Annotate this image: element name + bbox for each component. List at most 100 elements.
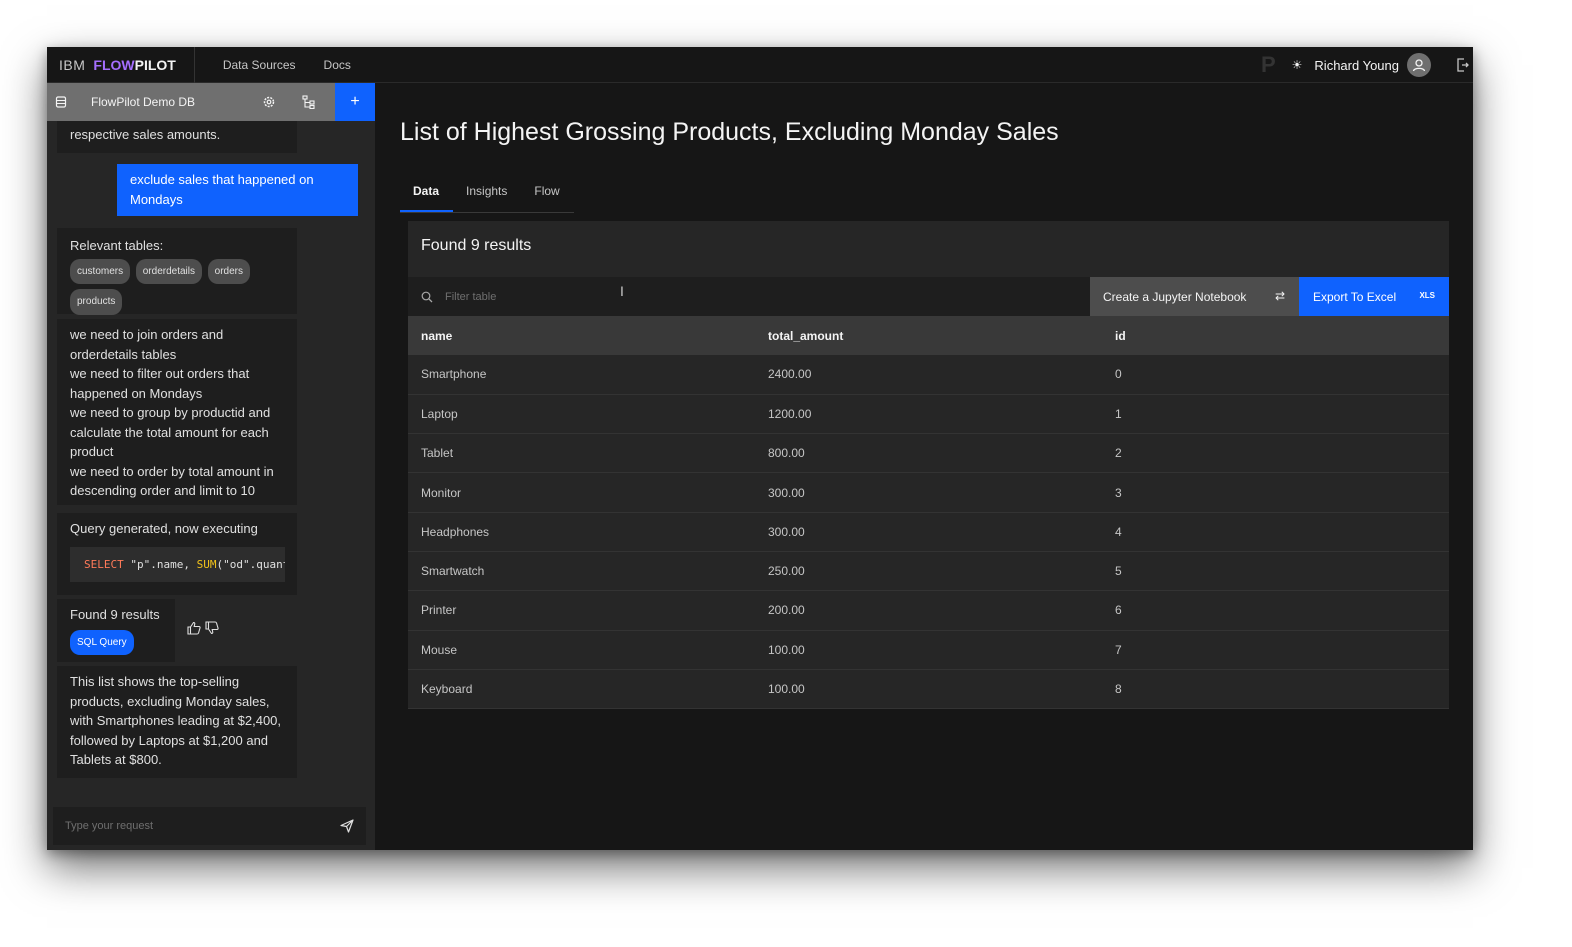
query-status-message: Query generated, now executing SELECT "p… — [57, 513, 297, 595]
database-icon — [55, 96, 67, 108]
cell-id: 1 — [1102, 394, 1449, 435]
logout-icon[interactable] — [1457, 58, 1469, 72]
cell-total-amount: 300.00 — [755, 512, 1102, 552]
table-row[interactable]: Smartwatch 250.00 5 — [408, 551, 1449, 592]
database-name[interactable]: FlowPilot Demo DB — [91, 95, 241, 109]
cell-total-amount: 1200.00 — [755, 394, 1102, 435]
send-icon[interactable] — [340, 819, 354, 833]
table-row[interactable]: Headphones 300.00 4 — [408, 512, 1449, 552]
found-results-text: Found 9 results — [70, 607, 160, 622]
cell-name: Mouse — [408, 630, 755, 670]
found-results-message: Found 9 results SQL Query — [57, 599, 175, 662]
xls-icon: XLS — [1419, 291, 1435, 300]
database-bar: FlowPilot Demo DB + — [47, 83, 375, 121]
cell-id: 4 — [1102, 512, 1449, 552]
thumbs-down-icon[interactable] — [205, 621, 219, 635]
column-header-id[interactable]: id — [1102, 316, 1449, 355]
brand-ibm: IBM — [59, 56, 86, 73]
cell-total-amount: 100.00 — [755, 630, 1102, 670]
page-title: List of Highest Grossing Products, Exclu… — [400, 118, 1059, 146]
cell-id: 5 — [1102, 551, 1449, 592]
cell-total-amount: 800.00 — [755, 433, 1102, 474]
table-row[interactable]: Smartphone 2400.00 0 — [408, 355, 1449, 395]
table-tag-orderdetails[interactable]: orderdetails — [135, 258, 203, 284]
tab-bar: Data Insights Flow — [400, 178, 574, 213]
brand-pilot: PILOT — [134, 56, 176, 73]
message-text: exclude sales that happened on Mondays — [130, 172, 314, 207]
feedback-buttons — [187, 621, 219, 635]
new-chat-button[interactable]: + — [335, 83, 375, 121]
sql-function: SUM — [196, 557, 217, 571]
reasoning-step: we need to filter out orders that happen… — [70, 366, 250, 401]
table-header-row: name total_amount id — [408, 316, 1449, 355]
create-jupyter-notebook-button[interactable]: Create a Jupyter Notebook ⇄ — [1090, 277, 1299, 316]
thumbs-up-icon[interactable] — [187, 621, 201, 635]
schema-tree-icon[interactable] — [302, 95, 316, 109]
table-tag-customers[interactable]: customers — [70, 258, 131, 284]
user-name[interactable]: Richard Young — [1314, 58, 1399, 73]
relevant-tables-message: Relevant tables: customers orderdetails … — [57, 228, 297, 315]
top-right-controls: P ☀ Richard Young — [1261, 47, 1473, 83]
brightness-icon[interactable]: ☀ — [1292, 58, 1303, 72]
cell-total-amount: 2400.00 — [755, 355, 1102, 395]
tab-insights[interactable]: Insights — [453, 178, 521, 212]
avatar[interactable] — [1407, 53, 1431, 77]
cell-id: 3 — [1102, 472, 1449, 513]
table-toolbar: I Create a Jupyter Notebook ⇄ Export To … — [408, 277, 1449, 316]
message-text: respective sales amounts. — [70, 127, 221, 142]
export-button-label: Export To Excel — [1313, 289, 1397, 304]
results-title: Found 9 results — [421, 237, 532, 254]
cell-name: Printer — [408, 590, 755, 631]
results-table: name total_amount id Smartphone 2400.00 … — [408, 316, 1449, 710]
nav-docs[interactable]: Docs — [324, 58, 351, 72]
user-message: exclude sales that happened on Mondays — [117, 164, 358, 216]
export-to-excel-button[interactable]: Export To Excel XLS — [1299, 277, 1449, 316]
chat-input-area — [53, 807, 366, 845]
cell-id: 2 — [1102, 433, 1449, 474]
cell-total-amount: 100.00 — [755, 669, 1102, 710]
tab-flow[interactable]: Flow — [521, 178, 573, 212]
table-row[interactable]: Laptop 1200.00 1 — [408, 394, 1449, 435]
cell-name: Smartwatch — [408, 551, 755, 592]
cell-id: 0 — [1102, 355, 1449, 395]
cell-id: 6 — [1102, 590, 1449, 631]
column-header-name[interactable]: name — [408, 316, 755, 355]
top-bar: IBM FLOW PILOT Data Sources Docs P ☀ Ric… — [47, 47, 1473, 83]
reasoning-step: we need to group by productid and calcul… — [70, 405, 271, 459]
filter-table-input[interactable] — [445, 290, 945, 303]
cell-total-amount: 200.00 — [755, 590, 1102, 631]
assistant-message-previous: respective sales amounts. — [57, 121, 297, 153]
sql-keyword: SELECT — [84, 557, 124, 571]
main-content: List of Highest Grossing Products, Exclu… — [375, 83, 1473, 850]
brand-logo[interactable]: IBM FLOW PILOT — [47, 47, 195, 83]
table-row[interactable]: Tablet 800.00 2 — [408, 433, 1449, 474]
table-tag-orders[interactable]: orders — [207, 258, 250, 284]
table-row[interactable]: Monitor 300.00 3 — [408, 472, 1449, 513]
search-icon — [421, 291, 433, 302]
cell-id: 7 — [1102, 630, 1449, 670]
table-row[interactable]: Mouse 100.00 7 — [408, 630, 1449, 670]
sql-code-preview[interactable]: SELECT "p".name, SUM("od".quantity * — [70, 546, 285, 582]
user-icon — [1412, 59, 1426, 72]
sql-text: "p".name, — [123, 557, 197, 571]
summary-message: This list shows the top-selling products… — [57, 666, 297, 778]
reasoning-step: we need to join orders and orderdetails … — [70, 327, 224, 362]
gear-icon[interactable] — [262, 95, 276, 109]
tab-data[interactable]: Data — [400, 178, 454, 212]
table-row[interactable]: Keyboard 100.00 8 — [408, 669, 1449, 710]
cell-total-amount: 250.00 — [755, 551, 1102, 592]
chat-sidebar: FlowPilot Demo DB + respective sales amo… — [47, 83, 375, 850]
table-tag-products[interactable]: products — [70, 289, 123, 315]
cell-name: Smartphone — [408, 355, 755, 395]
sql-query-tag[interactable]: SQL Query — [70, 629, 134, 655]
column-header-total-amount[interactable]: total_amount — [755, 316, 1102, 355]
nav-data-sources[interactable]: Data Sources — [223, 58, 296, 72]
sql-text: ("od".quantity * — [216, 557, 285, 571]
reasoning-step: we need to order by total amount in desc… — [70, 463, 274, 499]
chat-input[interactable] — [65, 820, 325, 832]
text-cursor-icon: I — [620, 283, 624, 299]
cell-name: Monitor — [408, 472, 755, 513]
notebook-icon: ⇄ — [1274, 289, 1285, 303]
message-text: This list shows the top-selling products… — [70, 674, 282, 767]
table-row[interactable]: Printer 200.00 6 — [408, 590, 1449, 631]
